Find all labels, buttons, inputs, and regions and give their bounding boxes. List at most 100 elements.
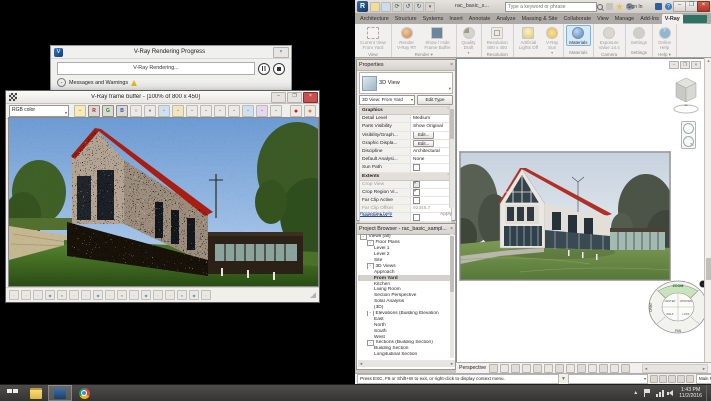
close-browser-icon[interactable]: × <box>450 226 453 232</box>
instance-selector-dropdown[interactable]: 3D View: From Yard <box>359 95 415 105</box>
checkbox-far-clip-active[interactable] <box>413 197 420 204</box>
ribbon-tab-massing-site[interactable]: Massing & Site <box>519 14 561 24</box>
expander-icon[interactable]: - <box>367 263 374 269</box>
subscription-center-icon[interactable] <box>606 3 613 10</box>
taskbar-button-chrome[interactable] <box>72 385 96 401</box>
viewport-vertical-scrollbar[interactable]: ▲ <box>704 58 711 362</box>
checkbox-sun-path[interactable] <box>413 164 420 171</box>
load-image-icon[interactable] <box>172 105 184 117</box>
shadows-icon[interactable] <box>533 364 542 373</box>
background-image-icon[interactable] <box>141 290 151 300</box>
stop-render-button[interactable] <box>273 63 285 75</box>
edit-button[interactable]: Edit... <box>413 132 434 139</box>
temporary-hide-isolate-icon[interactable] <box>588 364 597 373</box>
worksharing-display-icon[interactable] <box>621 364 630 373</box>
ribbon-tab-annotate[interactable]: Annotate <box>466 14 494 24</box>
temporary-view-properties-icon[interactable] <box>610 364 619 373</box>
duplicate-to-host-icon[interactable] <box>200 105 212 117</box>
compare-horizontal-icon[interactable] <box>177 290 187 300</box>
ribbon-button-show-hide-frame-buffer[interactable]: Show / HideFrame Buffer <box>421 25 453 51</box>
svg-text:UP/DOWN[interactable]: UP/DOWN <box>680 299 693 303</box>
fb-close-button[interactable]: × <box>303 92 318 103</box>
properties-header[interactable]: Properties × <box>357 60 455 71</box>
scroll-left-icon[interactable]: ◄ <box>359 361 363 366</box>
svg-text:ZOOM[interactable]: ZOOM <box>673 284 684 288</box>
monochromatic-icon[interactable] <box>144 105 156 117</box>
close-properties-icon[interactable]: × <box>450 62 453 68</box>
crop-view-icon[interactable] <box>555 364 564 373</box>
ribbon-button-resolution-800-x-450[interactable]: Resolution800 x 450 <box>484 25 511 51</box>
view-clamped-colors-icon[interactable] <box>33 290 43 300</box>
search-input[interactable] <box>505 2 597 12</box>
reveal-hidden-elements-icon[interactable] <box>599 364 608 373</box>
pause-render-button[interactable] <box>258 63 270 75</box>
select-underlay-icon[interactable] <box>659 375 667 383</box>
sun-path-icon[interactable] <box>522 364 531 373</box>
channel-dropdown[interactable]: RGB color <box>9 105 69 117</box>
save-image-icon[interactable] <box>158 105 170 117</box>
ribbon-tab-systems[interactable]: Systems <box>420 14 447 24</box>
ribbon-button-render-v-ray-rt[interactable]: RenderV-Ray RT <box>394 25 419 51</box>
svg-text:PAN[interactable]: PAN <box>675 329 682 333</box>
redo-icon[interactable] <box>414 2 424 12</box>
undo-icon[interactable] <box>403 2 413 12</box>
checkbox-crop-region-vi[interactable] <box>413 189 420 196</box>
detail-level-icon[interactable] <box>500 364 509 373</box>
ribbon-tab-insert[interactable]: Insert <box>446 14 465 24</box>
properties-help-link[interactable]: Properties help <box>360 212 392 217</box>
browser-horizontal-scrollbar[interactable]: ◄► <box>358 360 455 367</box>
ribbon-tab-collaborate[interactable]: Collaborate <box>561 14 595 24</box>
unlocked-3d-view-icon[interactable] <box>577 364 586 373</box>
ribbon-tab-manage[interactable]: Manage <box>612 14 637 24</box>
region-render-icon[interactable] <box>228 105 240 117</box>
help-dropdown-icon[interactable] <box>665 3 672 10</box>
ribbon-tab-add-ins[interactable]: Add-Ins <box>637 14 662 24</box>
white-balance-icon[interactable] <box>69 290 79 300</box>
exchange-apps-icon[interactable] <box>655 3 662 10</box>
ribbon-button-online-help[interactable]: OnlineHelp <box>655 25 674 51</box>
pixel-information-icon[interactable] <box>242 105 254 117</box>
drawing-area[interactable]: – ❐ × <box>456 58 704 362</box>
svg-text:WALK[interactable]: WALK <box>666 312 674 316</box>
action-center-icon[interactable] <box>644 389 653 397</box>
adaptation-icon[interactable] <box>57 290 67 300</box>
display-srgb-icon[interactable] <box>45 290 55 300</box>
color-corrections-icon[interactable] <box>256 105 268 117</box>
browser-item-longitudinal-section[interactable]: Longitudinal Section <box>358 352 450 358</box>
blue-channel-icon[interactable] <box>116 105 128 117</box>
checkbox-crop-view[interactable] <box>413 181 420 188</box>
viewport-horizontal-scrollbar[interactable]: ◄► <box>642 364 708 373</box>
ribbon-button-current-view-from-yard[interactable]: Current ViewFrom Yard <box>357 25 389 51</box>
taskbar-button-revit[interactable] <box>48 385 72 401</box>
volume-icon[interactable] <box>667 389 675 397</box>
expand-section-icon[interactable]: ⌄ <box>57 78 66 87</box>
hue-saturation-icon[interactable] <box>81 290 91 300</box>
render-last-icon[interactable] <box>304 105 316 117</box>
ribbon-button-artificial-lights-off[interactable]: ArtificialLights Off <box>516 25 541 51</box>
fb-maximize-button[interactable]: ❐ <box>287 92 302 103</box>
magnify-icon[interactable] <box>270 105 282 117</box>
show-hidden-icons-icon[interactable] <box>633 389 641 397</box>
green-channel-icon[interactable] <box>102 105 114 117</box>
sync-icon[interactable] <box>392 2 402 12</box>
taskbar-button-start[interactable] <box>0 385 24 401</box>
favorites-icon[interactable] <box>616 3 623 10</box>
property-group-extents[interactable]: Extentsˆ <box>360 173 451 181</box>
exposure-correction-icon[interactable] <box>129 290 139 300</box>
progress-close-button[interactable]: × <box>273 47 289 58</box>
view-close-icon[interactable]: × <box>691 61 701 69</box>
zoom-tool-icon[interactable] <box>683 136 694 147</box>
revit-3d-view-image[interactable] <box>459 151 671 281</box>
viewcube[interactable] <box>672 75 700 119</box>
lamp-icon[interactable] <box>74 105 86 117</box>
ribbon-tab-view[interactable]: View <box>594 14 612 24</box>
search-icon[interactable] <box>597 4 603 10</box>
ribbon-button-quality-draft[interactable]: QualityDraft▾ <box>459 25 479 56</box>
show-desktop-button[interactable] <box>706 385 711 401</box>
taskbar-button-file-explorer[interactable] <box>24 385 48 401</box>
selection-filter-icon[interactable] <box>686 375 694 383</box>
taskbar-clock[interactable]: 1:43 PM 11/2/2016 <box>679 387 702 400</box>
svg-text:ORBIT[interactable]: ORBIT <box>649 302 653 312</box>
customize-qat-icon[interactable] <box>425 2 435 12</box>
ribbon-tab-analyze[interactable]: Analyze <box>493 14 518 24</box>
